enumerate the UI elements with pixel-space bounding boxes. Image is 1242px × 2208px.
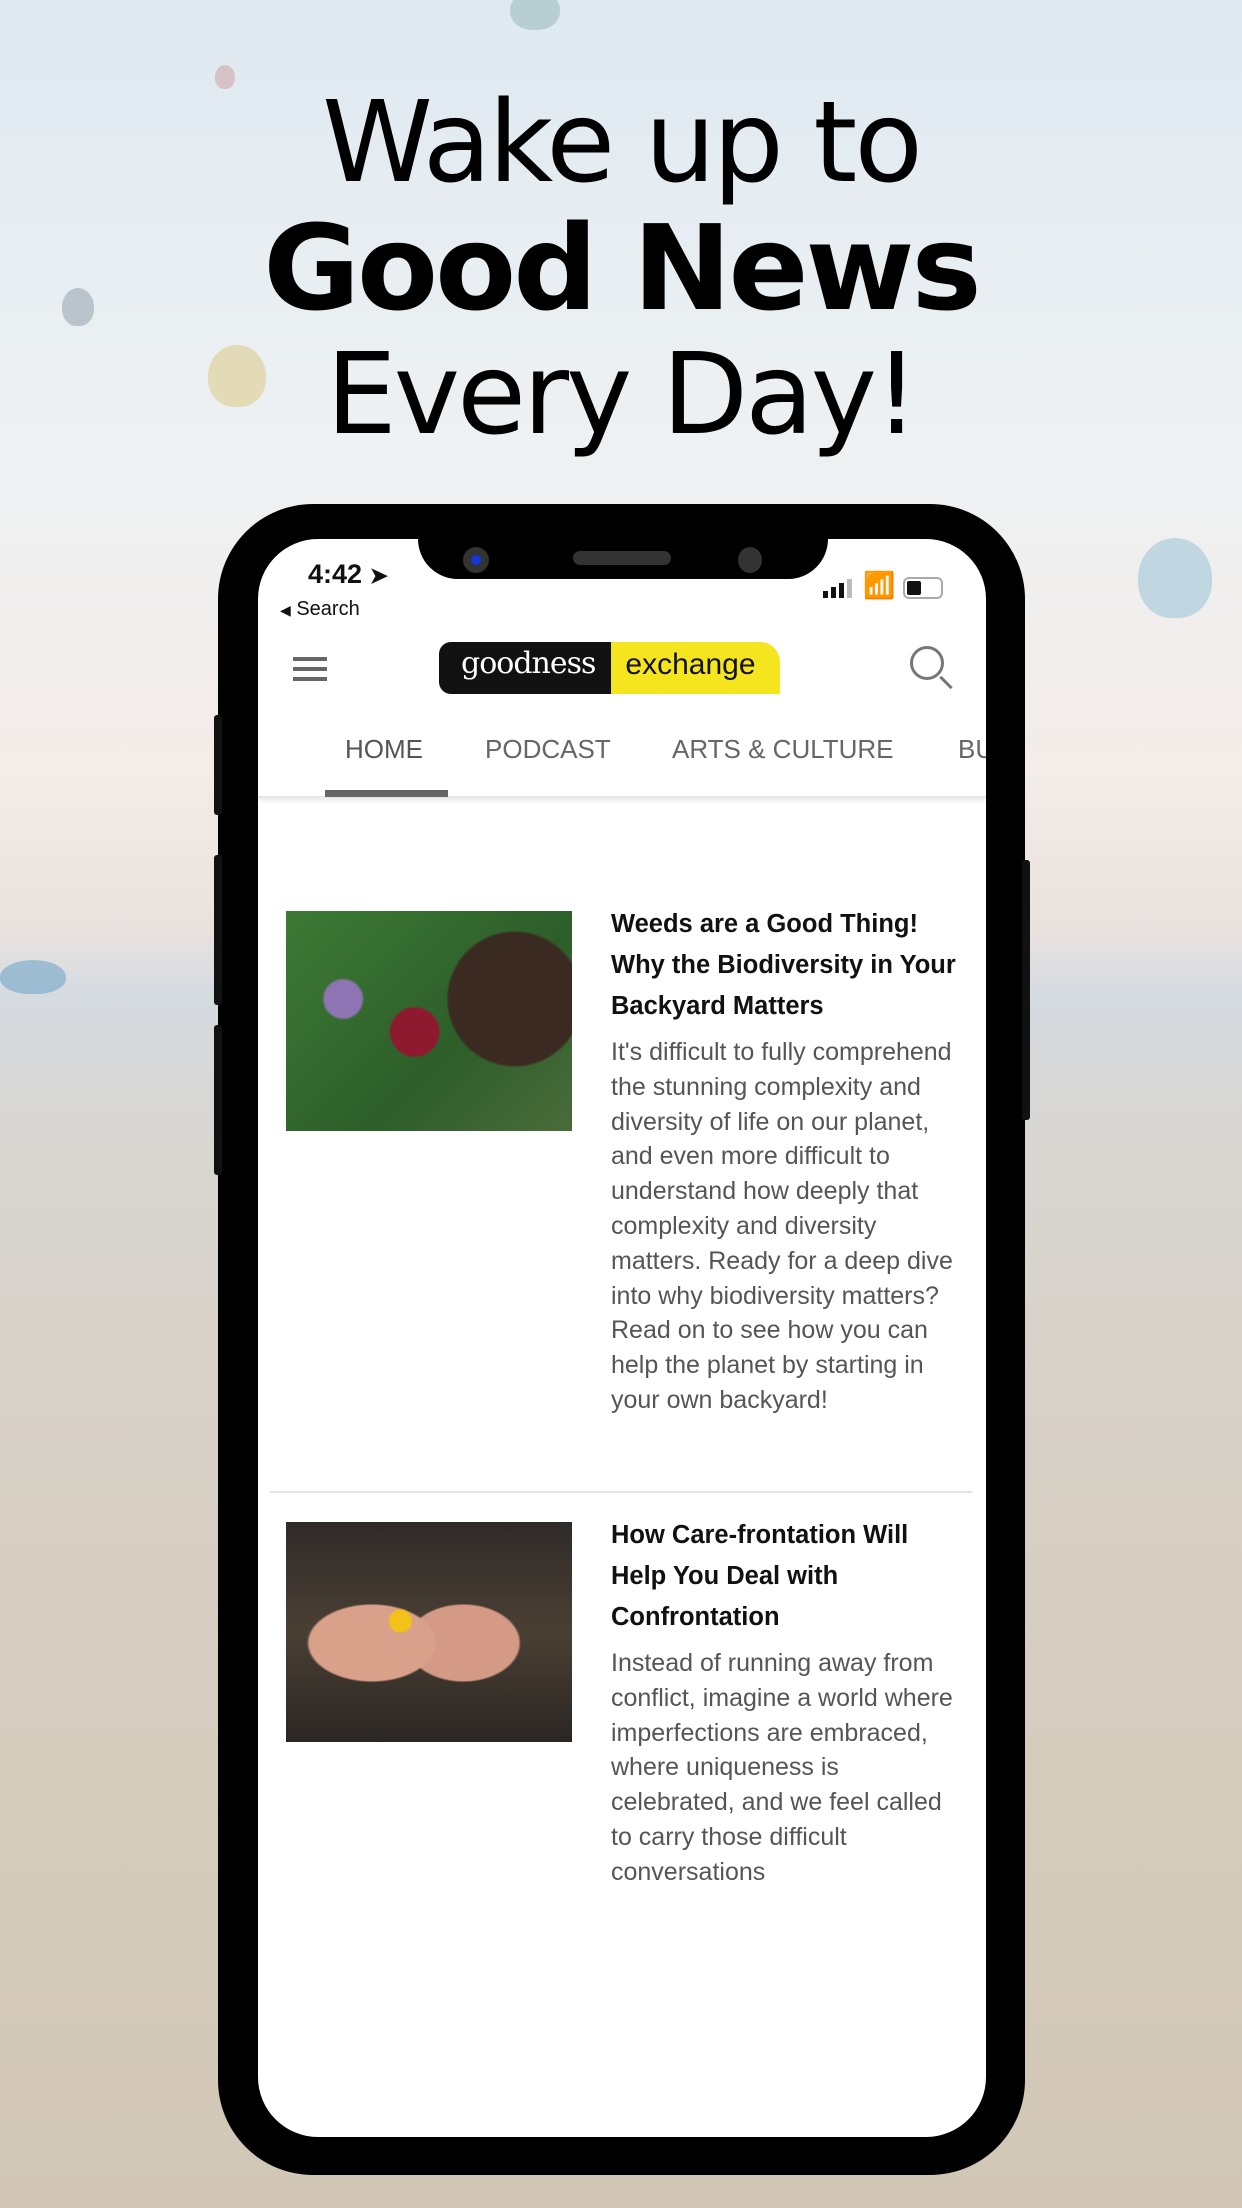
side-button: [214, 1025, 222, 1175]
balloon: [510, 0, 560, 30]
battery-icon: [903, 577, 943, 599]
balloon: [1138, 538, 1212, 618]
side-button: [214, 855, 222, 1005]
camera-icon: [463, 547, 489, 573]
sensor: [738, 547, 762, 573]
article-image-2[interactable]: [286, 1522, 572, 1742]
active-tab-indicator: [325, 790, 448, 797]
location-arrow-icon: ➤: [369, 563, 388, 588]
promo-line-1: Wake up to: [322, 78, 923, 208]
tab-podcast[interactable]: PODCAST: [485, 734, 611, 765]
logo-exchange: exchange: [611, 642, 780, 694]
promo-line-2: Good News: [263, 199, 982, 337]
back-triangle-icon: ◀: [280, 602, 291, 618]
tab-home[interactable]: HOME: [345, 734, 423, 765]
category-tabs: HOME PODCAST ARTS & CULTURE BU: [258, 734, 986, 798]
promo-line-3: Every Day!: [326, 330, 919, 460]
article-title-1[interactable]: Weeds are a Good Thing! Why the Biodiver…: [611, 904, 956, 1027]
notch: [418, 539, 828, 579]
hamburger-icon[interactable]: [293, 657, 327, 681]
back-to-search[interactable]: ◀ Search: [280, 598, 360, 621]
side-button: [1022, 860, 1030, 1120]
article-excerpt-2: Instead of running away from conflict, i…: [611, 1649, 953, 1886]
logo[interactable]: goodness exchange: [439, 642, 780, 694]
article-title-2[interactable]: How Care-frontation Will Help You Deal w…: [611, 1515, 956, 1638]
time-text: 4:42: [308, 559, 363, 589]
divider: [270, 1491, 972, 1493]
article-image-1[interactable]: [286, 911, 572, 1131]
search-icon[interactable]: [910, 646, 944, 680]
logo-goodness: goodness: [439, 642, 612, 694]
speaker: [573, 551, 671, 565]
search-icon-handle: [939, 675, 953, 690]
phone-screen: 4:42 ➤ ◀ Search 📶 goodness exchange HOME…: [258, 539, 986, 2137]
balloon: [0, 960, 66, 994]
article-excerpt-1: It's difficult to fully comprehend the s…: [611, 1038, 953, 1414]
side-button: [214, 715, 222, 815]
tab-bu[interactable]: BU: [958, 734, 986, 765]
wifi-icon: 📶: [863, 570, 896, 600]
signal-icon: [823, 579, 852, 598]
status-time: 4:42 ➤: [308, 559, 388, 590]
tab-arts-culture[interactable]: ARTS & CULTURE: [672, 734, 894, 765]
back-label: Search: [296, 598, 360, 620]
